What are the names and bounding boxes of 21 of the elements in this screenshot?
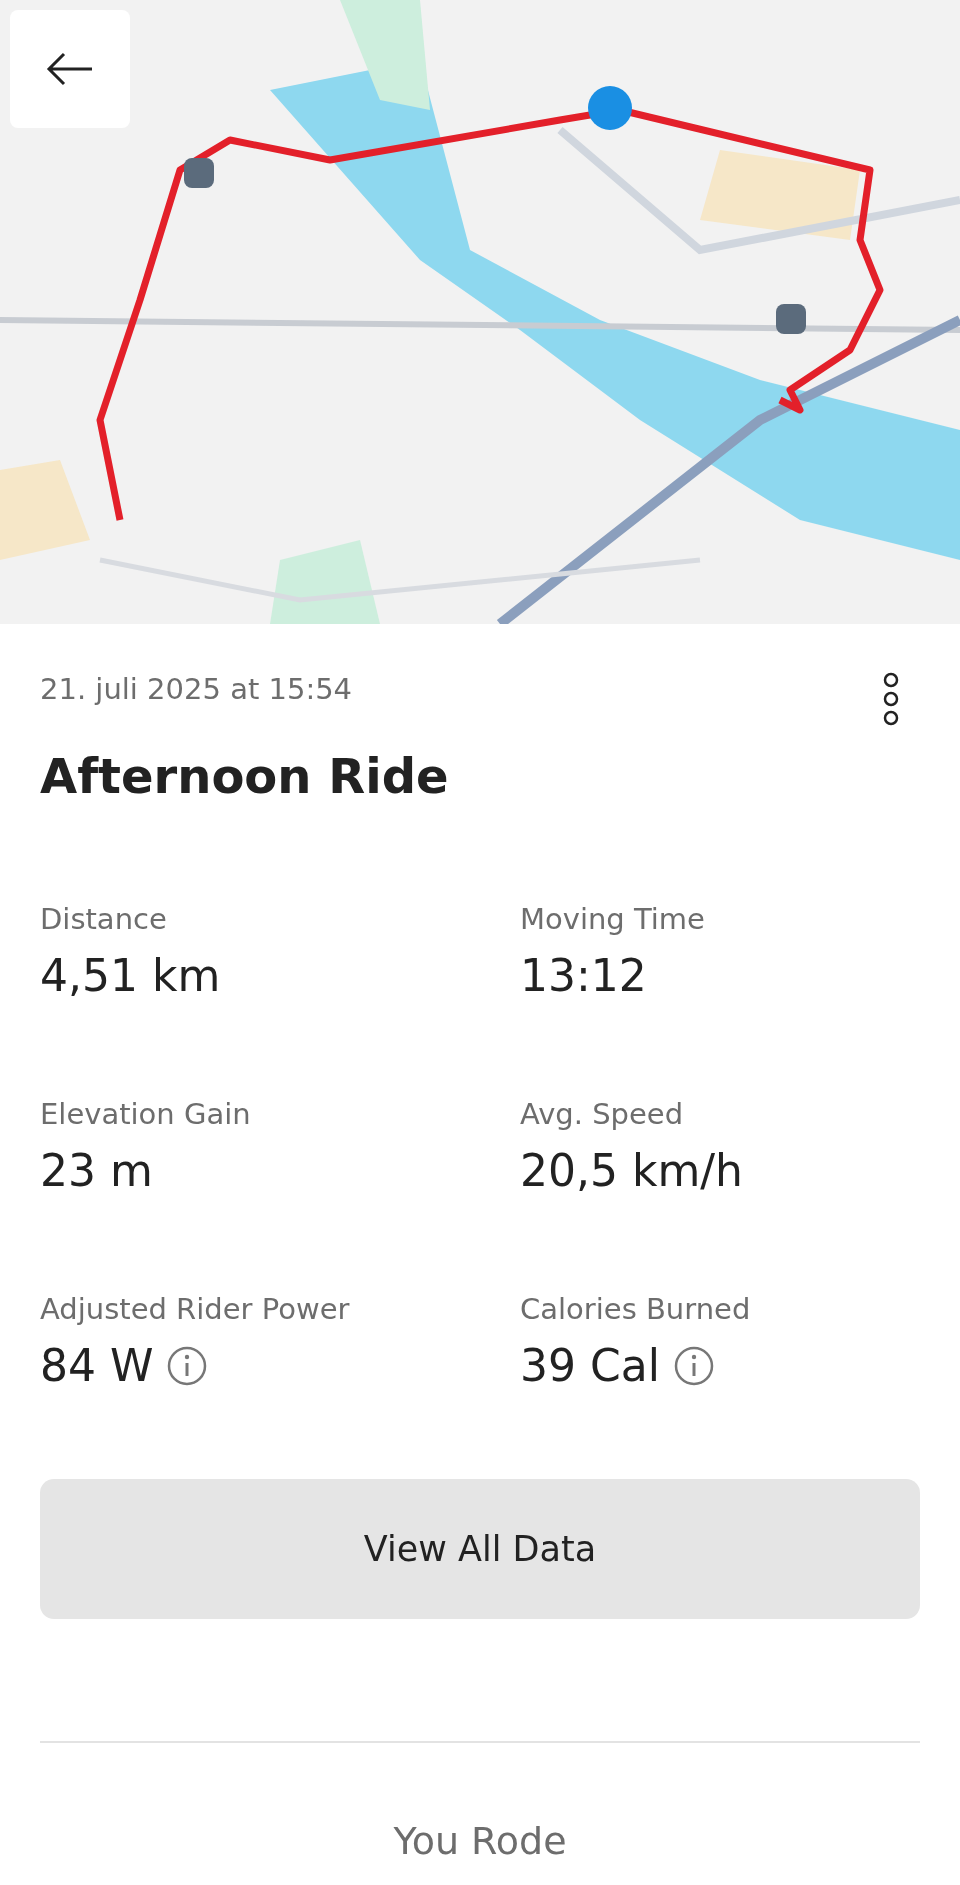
stat-value: 23 m (40, 1145, 153, 1196)
view-all-data-button[interactable]: View All Data (40, 1479, 920, 1619)
stat-label: Elevation Gain (40, 1097, 252, 1131)
stat-label: Moving Time (520, 902, 706, 936)
stat-value: 4,51 km (40, 950, 221, 1001)
back-arrow-icon (46, 52, 94, 86)
stat-value: 13:12 (520, 950, 647, 1001)
stat-value: 84 W (40, 1340, 154, 1391)
stat-label: Calories Burned (520, 1292, 752, 1326)
info-icon[interactable] (167, 1345, 208, 1386)
stat-label: Distance (40, 902, 168, 936)
more-options-icon (882, 672, 900, 726)
stat-value: 39 Cal (520, 1340, 660, 1391)
activity-title: Afternoon Ride (40, 748, 450, 804)
info-icon[interactable] (673, 1345, 714, 1386)
stat-value: 20,5 km/h (520, 1145, 743, 1196)
back-button[interactable] (10, 10, 130, 128)
activity-date: 21. juli 2025 at 15:54 (40, 672, 353, 706)
stat-label: Adjusted Rider Power (40, 1292, 351, 1326)
stat-label: Avg. Speed (520, 1097, 685, 1131)
section-heading: You Rode (392, 1819, 568, 1863)
